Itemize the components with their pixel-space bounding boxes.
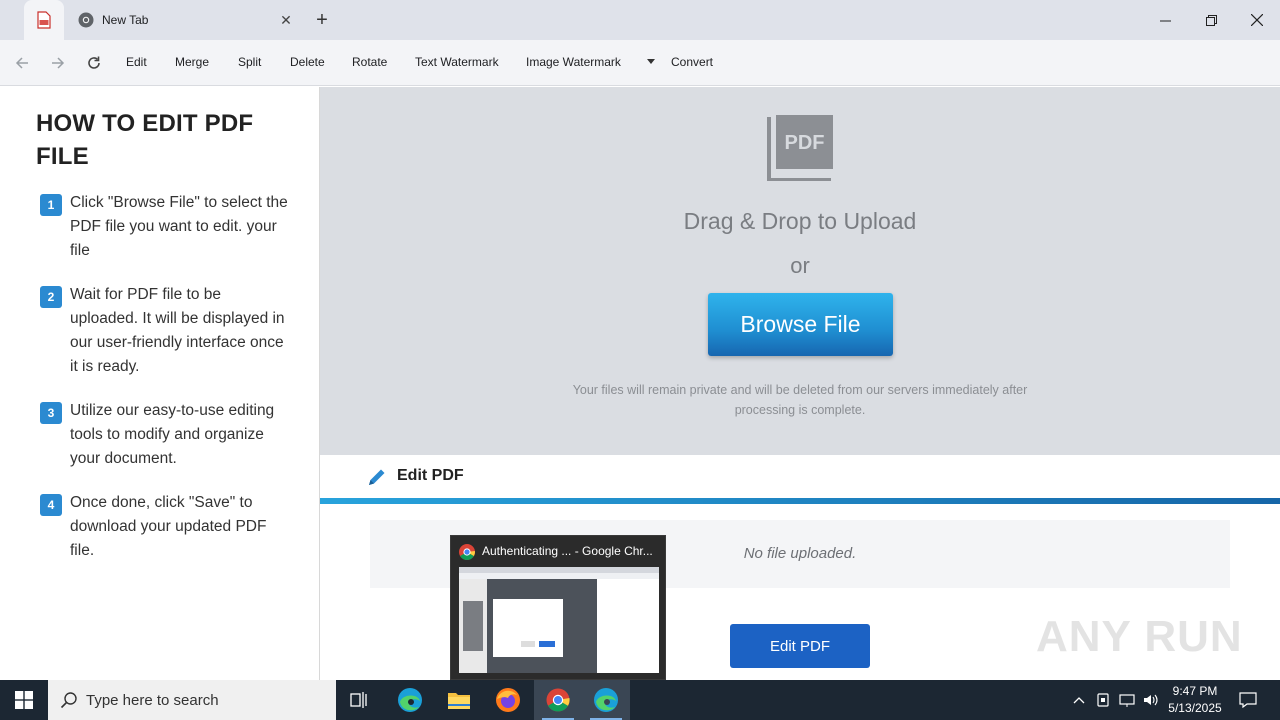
tray-network-button[interactable] — [1116, 680, 1138, 720]
guide-step: 1 Click "Browse File" to select the PDF … — [40, 191, 300, 263]
reload-icon — [88, 56, 100, 69]
edge-icon — [594, 688, 618, 712]
arrow-right-icon — [52, 57, 65, 69]
tab-new-tab[interactable]: New Tab ✕ — [64, 0, 302, 40]
taskbar-edge-running[interactable] — [582, 680, 630, 720]
taskbar-chrome[interactable] — [534, 680, 582, 720]
taskbar-file-explorer[interactable] — [435, 680, 483, 720]
toolbar-image-watermark[interactable]: Image Watermark — [526, 55, 621, 69]
step-text: Wait for PDF file to be uploaded. It wil… — [70, 286, 285, 375]
search-placeholder: Type here to search — [86, 691, 219, 709]
start-button[interactable] — [0, 680, 48, 720]
folder-icon — [448, 693, 470, 709]
reload-button[interactable] — [84, 53, 104, 73]
taskbar-clock[interactable]: 9:47 PM 5/13/2025 — [1160, 683, 1230, 717]
restore-button[interactable] — [1188, 0, 1234, 40]
minimize-button[interactable] — [1142, 0, 1188, 40]
step-number-badge: 4 — [40, 494, 62, 516]
arrow-left-icon — [15, 57, 28, 69]
privacy-note: Your files will remain private and will … — [572, 383, 1028, 417]
search-icon — [60, 692, 77, 709]
notification-icon — [1239, 692, 1257, 708]
thumbnail-title: Authenticating ... - Google Chr... — [482, 544, 653, 558]
or-text: or — [790, 253, 810, 278]
toolbar-split[interactable]: Split — [238, 55, 261, 69]
task-view-icon — [350, 692, 367, 708]
close-window-button[interactable] — [1234, 0, 1280, 40]
chrome-icon — [459, 544, 475, 560]
tray-device-icon-button[interactable] — [1092, 680, 1114, 720]
browse-file-button[interactable]: Browse File — [708, 293, 893, 356]
minimize-icon — [1159, 20, 1171, 21]
step-number-badge: 2 — [40, 286, 62, 308]
pdf-file-icon: PDF — [767, 115, 833, 181]
pdf-favicon-icon — [37, 11, 51, 29]
guide-panel: HOW TO EDIT PDF FILE 1 Click "Browse Fil… — [0, 87, 320, 680]
step-number-badge: 3 — [40, 402, 62, 424]
back-button[interactable] — [12, 53, 32, 73]
edge-icon — [398, 688, 422, 712]
taskbar-thumbnail-preview[interactable]: Authenticating ... - Google Chr... — [450, 535, 666, 680]
edit-pdf-button[interactable]: Edit PDF — [730, 624, 870, 668]
volume-icon — [1144, 694, 1158, 706]
tab-close-icon[interactable]: ✕ — [278, 12, 294, 28]
clock-time: 9:47 PM — [1172, 684, 1218, 698]
drag-drop-text: Drag & Drop to Upload — [683, 208, 917, 234]
chrome-icon — [78, 12, 94, 28]
toolbar: Edit Merge Split Delete Rotate Text Wate… — [0, 40, 1280, 86]
toolbar-convert[interactable]: Convert — [671, 55, 713, 69]
toolbar-delete[interactable]: Delete — [290, 55, 325, 69]
taskbar: Type here to search 9:47 PM 5/13/2025 — [0, 680, 1280, 720]
tray-volume-button[interactable] — [1140, 680, 1162, 720]
tab-title: New Tab — [102, 13, 149, 27]
guide-step: 4 Once done, click "Save" to download yo… — [40, 491, 300, 563]
close-icon — [1251, 14, 1263, 26]
new-tab-button[interactable]: + — [312, 10, 332, 30]
browser-tab-bar: New Tab ✕ + — [0, 0, 1280, 40]
notification-center-button[interactable] — [1234, 680, 1262, 720]
edit-section-title: Edit PDF — [397, 467, 464, 484]
chevron-up-icon — [1073, 697, 1085, 704]
taskbar-edge[interactable] — [386, 680, 434, 720]
step-number-badge: 1 — [40, 194, 62, 216]
tray-overflow-button[interactable] — [1068, 680, 1090, 720]
thumbnail-screenshot — [459, 567, 659, 673]
chevron-down-icon[interactable] — [647, 59, 655, 64]
windows-logo-icon — [15, 691, 33, 709]
device-icon — [1097, 693, 1109, 707]
taskbar-firefox[interactable] — [484, 680, 532, 720]
pencil-icon — [369, 469, 385, 485]
step-text: Click "Browse File" to select the PDF fi… — [70, 194, 288, 259]
firefox-icon — [496, 688, 520, 712]
network-icon — [1119, 694, 1135, 707]
step-text: Utilize our easy-to-use editing tools to… — [70, 402, 275, 467]
clock-date: 5/13/2025 — [1168, 701, 1222, 715]
guide-title: HOW TO EDIT PDF FILE — [36, 110, 254, 170]
toolbar-merge[interactable]: Merge — [175, 55, 209, 69]
step-text: Once done, click "Save" to download your… — [70, 494, 267, 559]
toolbar-text-watermark[interactable]: Text Watermark — [415, 55, 499, 69]
forward-button[interactable] — [48, 53, 68, 73]
toolbar-edit[interactable]: Edit — [126, 55, 147, 69]
anyrun-watermark: ANY RUN — [1036, 612, 1243, 661]
toolbar-rotate[interactable]: Rotate — [352, 55, 387, 69]
task-view-button[interactable] — [336, 680, 384, 720]
pdf-app-tab[interactable] — [24, 0, 64, 40]
chrome-icon — [546, 688, 570, 712]
restore-icon — [1205, 14, 1217, 26]
edit-section-header — [320, 455, 1280, 499]
guide-step: 3 Utilize our easy-to-use editing tools … — [40, 399, 300, 471]
taskbar-search-box[interactable]: Type here to search — [48, 680, 336, 720]
guide-step: 2 Wait for PDF file to be uploaded. It w… — [40, 283, 300, 379]
svg-text:PDF: PDF — [785, 132, 825, 154]
